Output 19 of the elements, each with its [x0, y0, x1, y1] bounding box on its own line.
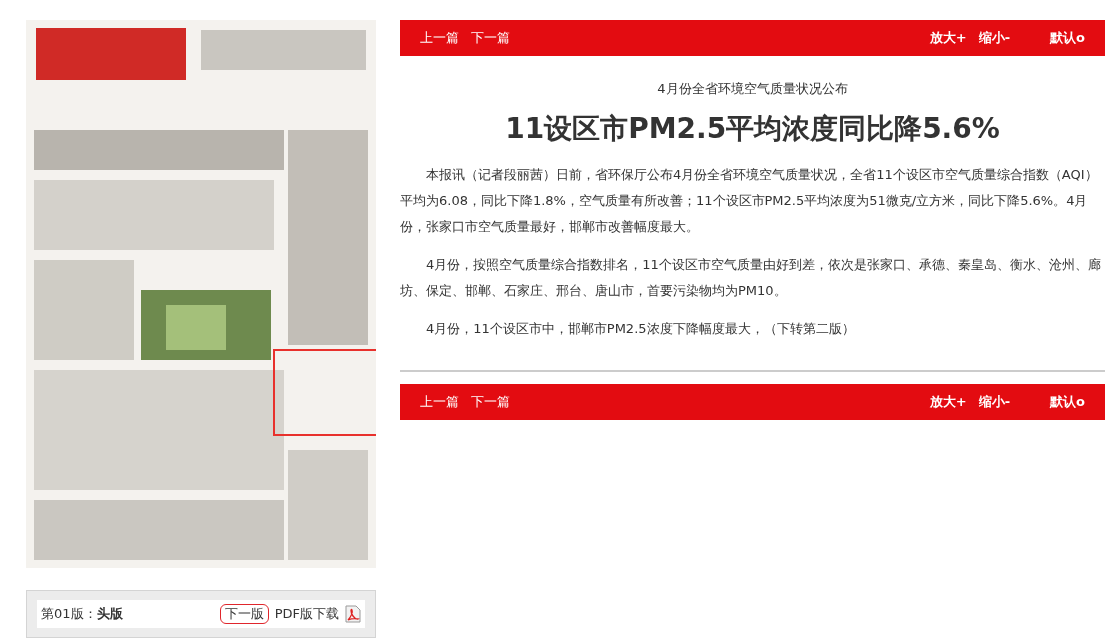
article-paragraph: 4月份，按照空气质量综合指数排名，11个设区市空气质量由好到差，依次是张家口、承德、秦皇岛、衡水、沧州、廊坊、保定、邯郸、石家庄、邢台、唐山市，首要污染物均为PM10。 [400, 256, 1102, 300]
pdf-download-link[interactable]: PDF版下载 [274, 605, 339, 623]
prev-article-link[interactable]: 上一篇 [420, 393, 459, 411]
article-paragraph: 4月份，11个设区市中，邯郸市PM2.5浓度下降幅度最大，（下转第二版） [425, 320, 856, 338]
zoom-out-link[interactable]: 缩小- [978, 393, 1011, 411]
article-paragraph: 本报讯（记者段丽茜）日前，省环保厅公布4月份全省环境空气质量状况，全省11个设区市空气质量综合指数（AQI）平均为6.08，同比下降1.8%，空气质量有所改善；11个设区市PM2.5平均浓度为51微克/立方米，同比下降5.6%。4月份，张家口市空气质量最好，邯郸市改善幅度最大。 [400, 166, 1099, 236]
reset-size-link[interactable]: 默认o [1050, 29, 1085, 47]
next-article-link[interactable]: 下一篇 [471, 393, 510, 411]
zoom-out-link[interactable]: 缩小- [978, 29, 1011, 47]
prev-article-link[interactable]: 上一篇 [420, 29, 459, 47]
next-edition-button[interactable]: 下一版 [219, 604, 269, 624]
article-kicker: 4月份全省环境空气质量状况公布 [656, 80, 849, 98]
pdf-icon[interactable] [345, 605, 361, 623]
next-article-link[interactable]: 下一篇 [471, 29, 510, 47]
zoom-in-link[interactable]: 放大+ [929, 29, 967, 47]
zoom-in-link[interactable]: 放大+ [929, 393, 967, 411]
article-title: 11设区市PM2.5平均浓度同比降5.6% [504, 111, 1001, 147]
edition-label: 第01版：头版 [41, 605, 123, 623]
reset-size-link[interactable]: 默认o [1050, 393, 1085, 411]
